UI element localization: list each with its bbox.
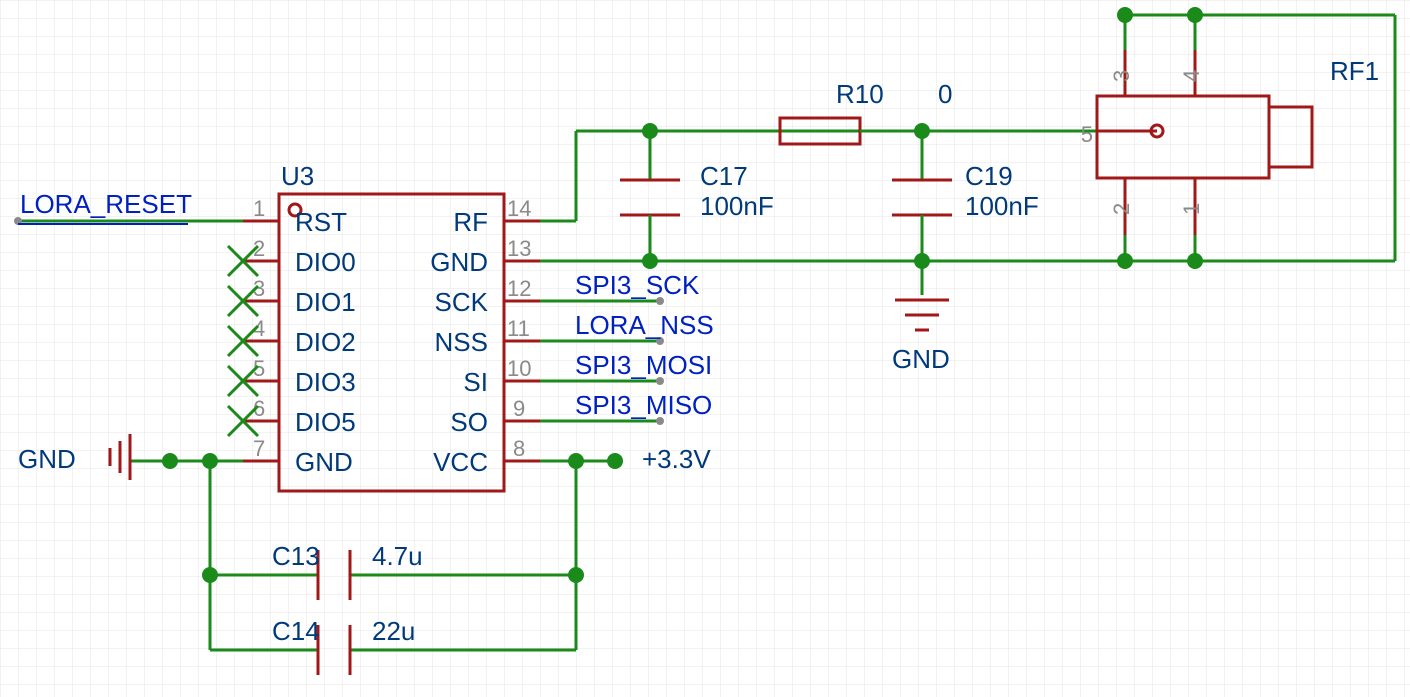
svg-text:RST: RST [295, 207, 347, 237]
svg-text:GND: GND [430, 247, 488, 277]
svg-text:GND: GND [892, 344, 950, 374]
schematic-canvas: U3 1 RST 2 DIO0 3 DIO1 4 DIO2 5 DIO3 6 D… [0, 0, 1410, 697]
svg-text:12: 12 [507, 276, 531, 301]
svg-text:DIO3: DIO3 [295, 367, 356, 397]
svg-text:4.7u: 4.7u [372, 541, 423, 571]
svg-text:13: 13 [507, 236, 531, 261]
svg-text:100nF: 100nF [965, 191, 1039, 221]
svg-text:10: 10 [507, 356, 531, 381]
svg-text:C14: C14 [272, 616, 320, 646]
svg-text:0: 0 [938, 79, 952, 109]
svg-text:+3.3V: +3.3V [642, 444, 711, 474]
svg-text:5: 5 [1081, 122, 1093, 147]
svg-text:SI: SI [463, 367, 488, 397]
svg-text:RF: RF [453, 207, 488, 237]
svg-text:1: 1 [253, 196, 265, 221]
svg-text:C19: C19 [965, 161, 1013, 191]
svg-text:SCK: SCK [435, 287, 489, 317]
svg-text:SO: SO [450, 407, 488, 437]
svg-text:11: 11 [507, 316, 530, 341]
svg-text:14: 14 [507, 196, 531, 221]
svg-text:1: 1 [1179, 203, 1204, 215]
svg-text:SPI3_MISO: SPI3_MISO [575, 390, 712, 420]
svg-text:SPI3_MOSI: SPI3_MOSI [575, 350, 712, 380]
svg-text:LORA_NSS: LORA_NSS [575, 310, 714, 340]
svg-text:DIO0: DIO0 [295, 247, 356, 277]
svg-text:DIO1: DIO1 [295, 287, 356, 317]
svg-text:4: 4 [1179, 70, 1204, 82]
svg-text:2: 2 [1109, 203, 1134, 215]
svg-text:7: 7 [253, 436, 265, 461]
svg-text:C13: C13 [272, 541, 320, 571]
svg-text:DIO2: DIO2 [295, 327, 356, 357]
u3-ref: U3 [281, 161, 314, 191]
svg-text:NSS: NSS [435, 327, 488, 357]
svg-text:3: 3 [1109, 70, 1134, 82]
svg-text:22u: 22u [372, 616, 415, 646]
svg-text:VCC: VCC [433, 447, 488, 477]
svg-text:GND: GND [18, 444, 76, 474]
svg-text:SPI3_SCK: SPI3_SCK [575, 270, 700, 300]
svg-text:GND: GND [295, 447, 353, 477]
svg-text:C17: C17 [700, 161, 748, 191]
svg-text:9: 9 [513, 396, 525, 421]
svg-text:8: 8 [513, 436, 525, 461]
svg-text:LORA_RESET: LORA_RESET [20, 189, 192, 219]
svg-text:100nF: 100nF [700, 191, 774, 221]
svg-text:R10: R10 [836, 79, 884, 109]
svg-text:DIO5: DIO5 [295, 407, 356, 437]
svg-text:RF1: RF1 [1330, 56, 1379, 86]
